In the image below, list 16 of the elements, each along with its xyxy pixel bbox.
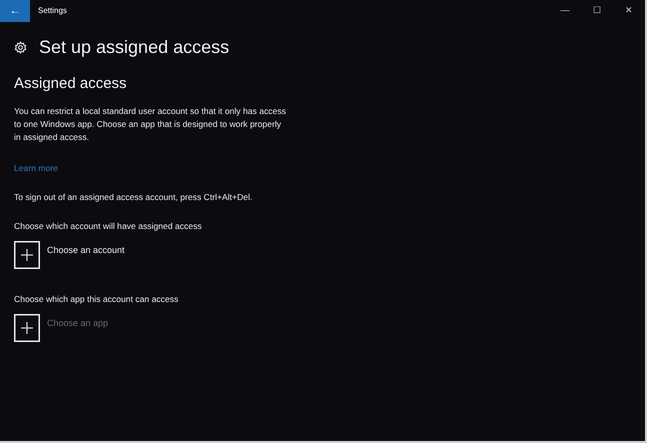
- minimize-button[interactable]: —: [549, 0, 581, 22]
- close-button[interactable]: ✕: [613, 0, 645, 22]
- gear-icon: [14, 40, 27, 54]
- section-title: Assigned access: [14, 75, 128, 93]
- sign-out-note: To sign out of an assigned access account, press Ctrl+Alt+Del.: [14, 190, 254, 204]
- choose-link[interactable]: Choose an account: [47, 244, 125, 258]
- page-title: Set up assigned access: [39, 36, 230, 58]
- add-button[interactable]: [14, 240, 40, 269]
- add-button[interactable]: [14, 314, 40, 342]
- picker-label: Choose which app this account can access: [14, 292, 180, 306]
- picker-label: Choose which account will have assigned access: [14, 220, 203, 233]
- back-button[interactable]: ←: [0, 0, 30, 22]
- learn-more-link[interactable]: Learn more: [14, 162, 58, 175]
- window-title: Settings: [38, 5, 67, 17]
- maximize-button[interactable]: ☐: [581, 0, 613, 22]
- description-text: You can restrict a local standard user account so that it only has access to one Windows app. Choose an app that is designed to work properly in assigned access.: [14, 105, 287, 144]
